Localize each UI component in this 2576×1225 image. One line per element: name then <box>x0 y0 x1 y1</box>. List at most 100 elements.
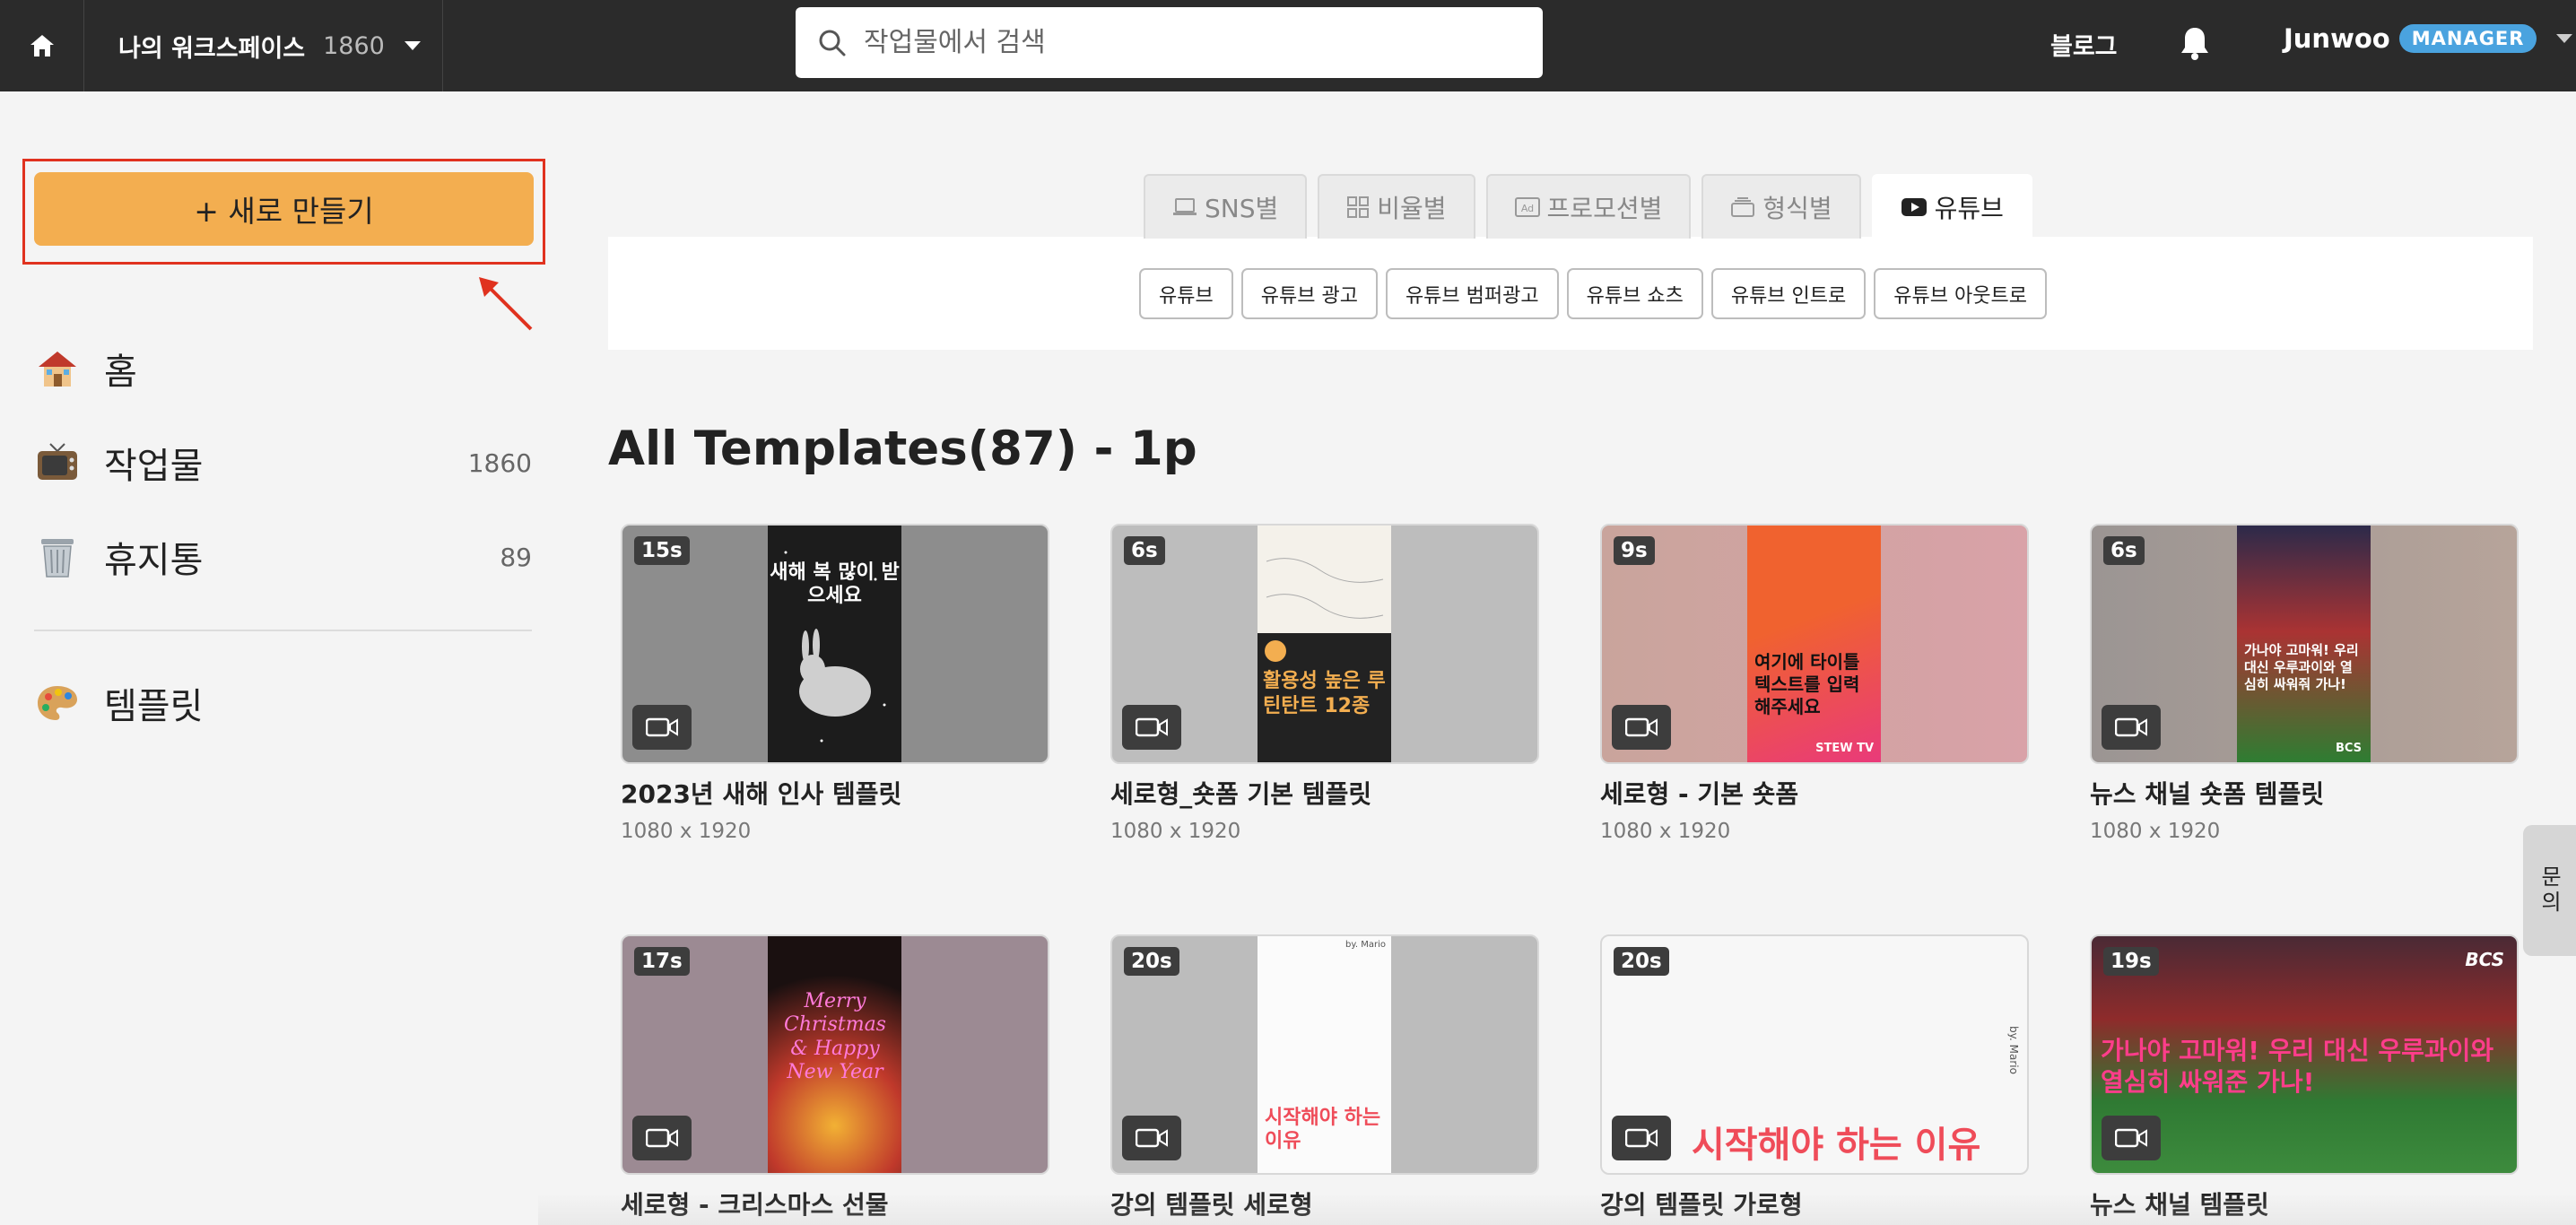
template-thumbnail[interactable]: 여기에 타이틀 텍스트를 입력해주세요 STEW TV 9s <box>1600 524 2029 764</box>
sidebar-item-home[interactable]: 홈 <box>34 337 532 400</box>
video-camera-icon <box>2102 705 2161 750</box>
template-size: 1080 x 1920 <box>1600 820 1731 843</box>
search-input[interactable] <box>864 27 1527 58</box>
tab-format[interactable]: 형식별 <box>1701 174 1861 239</box>
trash-emoji-icon <box>34 534 81 580</box>
poster-image: Merry Christmas & Happy New Year <box>768 936 901 1173</box>
inquiry-button[interactable]: 문의 <box>2523 825 2576 956</box>
inquiry-label: 문의 <box>2537 865 2562 916</box>
workspace-count: 1860 <box>323 31 385 60</box>
video-camera-icon <box>1612 705 1671 750</box>
template-thumbnail[interactable]: by. Mario 시작해야 하는 이유 20s <box>1110 934 1539 1175</box>
chevron-down-icon <box>2556 34 2573 43</box>
tab-sns[interactable]: SNS별 <box>1144 174 1308 239</box>
sidebar-item-templates[interactable]: 템플릿 <box>34 672 532 734</box>
template-thumbnail[interactable]: 가나야 고마워! 우리 대신 우루과이와 열심히 싸워줘 가나! BCS 6s <box>2090 524 2519 764</box>
template-title: 강의 템플릿 세로형 <box>1110 1190 1313 1220</box>
chip-youtube-intro[interactable]: 유튜브 인트로 <box>1710 268 1867 319</box>
tab-label: 유튜브 <box>1934 194 2004 223</box>
sidebar-item-label: 템플릿 <box>104 686 204 727</box>
tab-promotion[interactable]: Ad 프로모션별 <box>1485 174 1692 239</box>
template-card[interactable]: 활용성 높은 루틴탄트 12종 6s 세로형_숏폼 기본 템플릿 1080 x … <box>1110 524 1539 843</box>
template-title: 뉴스 채널 템플릿 <box>2090 1190 2269 1220</box>
poster-text: 여기에 타이틀 텍스트를 입력해주세요 <box>1754 651 1860 717</box>
sidebar-item-label: 홈 <box>104 352 137 393</box>
grid-icon <box>1346 195 1370 219</box>
search-icon <box>819 30 846 56</box>
template-size: 1080 x 1920 <box>621 820 752 843</box>
template-thumbnail[interactable]: 활용성 높은 루틴탄트 12종 6s <box>1110 524 1539 764</box>
template-thumbnail[interactable]: BCS 가나야 고마워! 우리 대신 우루과이와 열심히 싸워준 가나! 19s <box>2090 934 2519 1175</box>
duration-badge: 15s <box>634 536 690 565</box>
template-size: 1080 x 1920 <box>2090 820 2221 843</box>
tab-label: 프로모션별 <box>1546 194 1663 223</box>
search-box[interactable] <box>796 7 1543 78</box>
chip-youtube-outro[interactable]: 유튜브 아웃트로 <box>1874 268 2047 319</box>
template-title: 세로형 - 크리스마스 선물 <box>621 1190 889 1220</box>
palette-emoji-icon <box>34 680 81 726</box>
tab-label: 비율별 <box>1377 194 1447 223</box>
template-card[interactable]: by. Mario 시작해야 하는 이유 20s 강의 템플릿 세로형 <box>1110 934 1539 1221</box>
video-camera-icon <box>1122 1116 1181 1160</box>
template-thumbnail[interactable]: by. Mario 시작해야 하는 이유 20s <box>1600 934 2029 1175</box>
poster-text: 시작해야 하는 이유 <box>1692 1125 1981 1166</box>
template-card[interactable]: 가나야 고마워! 우리 대신 우루과이와 열심히 싸워줘 가나! BCS 6s … <box>2090 524 2519 843</box>
svg-text:Ad: Ad <box>1520 203 1533 214</box>
chip-youtube-ad[interactable]: 유튜브 광고 <box>1240 268 1378 319</box>
template-size: 1080 x 1920 <box>1110 820 1241 843</box>
tv-emoji-icon <box>34 439 81 486</box>
chip-youtube-shorts[interactable]: 유튜브 쇼츠 <box>1566 268 1703 319</box>
template-title: 2023년 새해 인사 템플릿 <box>621 779 902 809</box>
chip-youtube[interactable]: 유튜브 <box>1139 268 1233 319</box>
poster-text: 새해 복 많이 받으세요 <box>770 561 900 608</box>
notification-bell-button[interactable] <box>2180 25 2210 65</box>
duration-badge: 9s <box>1614 536 1655 565</box>
house-emoji-icon <box>34 345 81 392</box>
template-card[interactable]: 여기에 타이틀 텍스트를 입력해주세요 STEW TV 9s 세로형 - 기본 … <box>1600 524 2029 843</box>
sidebar-item-trash[interactable]: 휴지통 89 <box>34 526 532 588</box>
template-title: 강의 템플릿 가로형 <box>1600 1190 1803 1220</box>
sidebar-divider <box>34 630 532 631</box>
video-camera-icon <box>632 1116 692 1160</box>
poster-text: 가나야 고마워! 우리 대신 우루과이와 열심히 싸워줘 가나! <box>2244 642 2359 692</box>
sidebar-item-count: 1860 <box>467 447 532 478</box>
new-button-highlight: + 새로 만들기 <box>22 159 545 265</box>
template-title: 세로형_숏폼 기본 템플릿 <box>1110 779 1372 809</box>
template-card[interactable]: by. Mario 시작해야 하는 이유 20s 강의 템플릿 가로형 <box>1600 934 2029 1221</box>
video-camera-icon <box>632 705 692 750</box>
user-menu[interactable]: Junwoo MANAGER <box>2284 23 2573 54</box>
duration-badge: 19s <box>2103 947 2159 976</box>
stack-icon <box>1730 196 1755 218</box>
tab-youtube[interactable]: 유튜브 <box>1871 174 2032 239</box>
duration-badge: 6s <box>1124 536 1165 565</box>
chevron-down-icon <box>404 41 421 50</box>
workspace-name: 나의 워크스페이스 <box>118 34 306 63</box>
poster-image: 가나야 고마워! 우리 대신 우루과이와 열심히 싸워줘 가나! BCS <box>2237 526 2371 762</box>
video-camera-icon <box>1612 1116 1671 1160</box>
laptop-icon <box>1172 197 1197 217</box>
duration-badge: 20s <box>1614 947 1669 976</box>
template-card[interactable]: 새해 복 많이 받으세요 15s 2023년 새해 인사 템플릿 1080 x … <box>621 524 1049 843</box>
bell-icon <box>2181 28 2208 60</box>
duration-badge: 6s <box>2103 536 2145 565</box>
sidebar-item-label: 작업물 <box>104 446 204 487</box>
template-card[interactable]: Merry Christmas & Happy New Year 17s 세로형… <box>621 934 1049 1221</box>
blog-link[interactable]: 블로그 <box>2050 27 2118 62</box>
template-thumbnail[interactable]: Merry Christmas & Happy New Year 17s <box>621 934 1049 1175</box>
create-new-button[interactable]: + 새로 만들기 <box>34 172 534 246</box>
poster-brand: BCS <box>2465 949 2504 970</box>
poster-image: by. Mario 시작해야 하는 이유 <box>1258 936 1391 1173</box>
poster-text: 가나야 고마워! 우리 대신 우루과이와 열심히 싸워준 가나! <box>2101 1036 2494 1097</box>
role-badge: MANAGER <box>2398 24 2537 53</box>
sidebar-item-count: 89 <box>500 542 532 572</box>
video-camera-icon <box>2102 1116 2161 1160</box>
template-card[interactable]: BCS 가나야 고마워! 우리 대신 우루과이와 열심히 싸워준 가나! 19s… <box>2090 934 2519 1221</box>
sidebar-item-label: 휴지통 <box>104 540 204 581</box>
subcategory-chips: 유튜브 유튜브 광고 유튜브 범퍼광고 유튜브 쇼츠 유튜브 인트로 유튜브 아… <box>1139 268 2047 319</box>
sidebar-item-works[interactable]: 작업물 1860 <box>34 431 532 494</box>
workspace-selector[interactable]: 나의 워크스페이스 1860 <box>84 0 443 91</box>
home-button[interactable] <box>0 0 84 91</box>
tab-ratio[interactable]: 비율별 <box>1318 174 1475 239</box>
chip-youtube-bumper-ad[interactable]: 유튜브 범퍼광고 <box>1385 268 1559 319</box>
template-thumbnail[interactable]: 새해 복 많이 받으세요 15s <box>621 524 1049 764</box>
